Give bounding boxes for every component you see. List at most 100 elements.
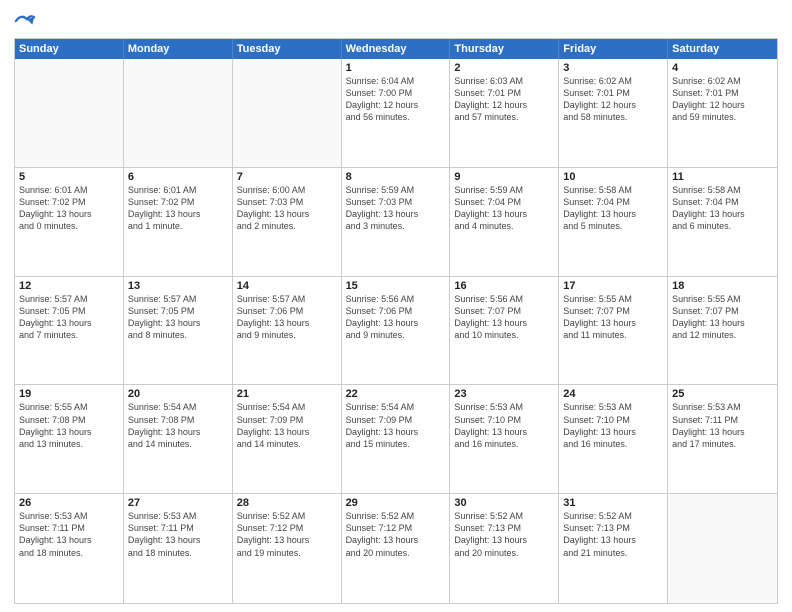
logo-icon — [14, 10, 36, 32]
cell-info: Sunrise: 5:59 AM Sunset: 7:03 PM Dayligh… — [346, 184, 446, 233]
week-row-4: 19Sunrise: 5:55 AM Sunset: 7:08 PM Dayli… — [15, 385, 777, 494]
cell-day-number: 6 — [128, 171, 228, 183]
col-header-monday: Monday — [124, 39, 233, 59]
cell-info: Sunrise: 6:01 AM Sunset: 7:02 PM Dayligh… — [128, 184, 228, 233]
calendar-cell: 13Sunrise: 5:57 AM Sunset: 7:05 PM Dayli… — [124, 277, 233, 385]
week-row-5: 26Sunrise: 5:53 AM Sunset: 7:11 PM Dayli… — [15, 494, 777, 603]
cell-day-number: 16 — [454, 280, 554, 292]
calendar-cell: 19Sunrise: 5:55 AM Sunset: 7:08 PM Dayli… — [15, 385, 124, 493]
calendar-cell — [15, 59, 124, 167]
cell-day-number: 30 — [454, 497, 554, 509]
cell-info: Sunrise: 5:53 AM Sunset: 7:11 PM Dayligh… — [128, 510, 228, 559]
calendar-cell: 22Sunrise: 5:54 AM Sunset: 7:09 PM Dayli… — [342, 385, 451, 493]
cell-day-number: 2 — [454, 62, 554, 74]
calendar: SundayMondayTuesdayWednesdayThursdayFrid… — [14, 38, 778, 604]
calendar-cell: 24Sunrise: 5:53 AM Sunset: 7:10 PM Dayli… — [559, 385, 668, 493]
calendar-cell: 10Sunrise: 5:58 AM Sunset: 7:04 PM Dayli… — [559, 168, 668, 276]
calendar-cell: 12Sunrise: 5:57 AM Sunset: 7:05 PM Dayli… — [15, 277, 124, 385]
cell-info: Sunrise: 5:57 AM Sunset: 7:06 PM Dayligh… — [237, 293, 337, 342]
cell-day-number: 1 — [346, 62, 446, 74]
logo — [14, 10, 40, 32]
calendar-cell: 27Sunrise: 5:53 AM Sunset: 7:11 PM Dayli… — [124, 494, 233, 603]
calendar-cell: 17Sunrise: 5:55 AM Sunset: 7:07 PM Dayli… — [559, 277, 668, 385]
calendar-cell: 5Sunrise: 6:01 AM Sunset: 7:02 PM Daylig… — [15, 168, 124, 276]
calendar-cell: 6Sunrise: 6:01 AM Sunset: 7:02 PM Daylig… — [124, 168, 233, 276]
col-header-wednesday: Wednesday — [342, 39, 451, 59]
calendar-cell: 8Sunrise: 5:59 AM Sunset: 7:03 PM Daylig… — [342, 168, 451, 276]
cell-day-number: 31 — [563, 497, 663, 509]
calendar-cell: 30Sunrise: 5:52 AM Sunset: 7:13 PM Dayli… — [450, 494, 559, 603]
calendar-cell: 18Sunrise: 5:55 AM Sunset: 7:07 PM Dayli… — [668, 277, 777, 385]
cell-day-number: 8 — [346, 171, 446, 183]
calendar-cell: 2Sunrise: 6:03 AM Sunset: 7:01 PM Daylig… — [450, 59, 559, 167]
calendar-cell: 21Sunrise: 5:54 AM Sunset: 7:09 PM Dayli… — [233, 385, 342, 493]
cell-day-number: 20 — [128, 388, 228, 400]
week-row-3: 12Sunrise: 5:57 AM Sunset: 7:05 PM Dayli… — [15, 277, 777, 386]
cell-info: Sunrise: 5:56 AM Sunset: 7:07 PM Dayligh… — [454, 293, 554, 342]
cell-day-number: 17 — [563, 280, 663, 292]
calendar-cell: 20Sunrise: 5:54 AM Sunset: 7:08 PM Dayli… — [124, 385, 233, 493]
cell-day-number: 4 — [672, 62, 773, 74]
cell-info: Sunrise: 5:53 AM Sunset: 7:11 PM Dayligh… — [19, 510, 119, 559]
cell-info: Sunrise: 5:57 AM Sunset: 7:05 PM Dayligh… — [128, 293, 228, 342]
col-header-sunday: Sunday — [15, 39, 124, 59]
cell-info: Sunrise: 5:53 AM Sunset: 7:11 PM Dayligh… — [672, 401, 773, 450]
calendar-cell: 11Sunrise: 5:58 AM Sunset: 7:04 PM Dayli… — [668, 168, 777, 276]
col-header-thursday: Thursday — [450, 39, 559, 59]
cell-day-number: 23 — [454, 388, 554, 400]
cell-info: Sunrise: 5:57 AM Sunset: 7:05 PM Dayligh… — [19, 293, 119, 342]
cell-info: Sunrise: 6:00 AM Sunset: 7:03 PM Dayligh… — [237, 184, 337, 233]
calendar-cell: 28Sunrise: 5:52 AM Sunset: 7:12 PM Dayli… — [233, 494, 342, 603]
cell-day-number: 7 — [237, 171, 337, 183]
cell-day-number: 9 — [454, 171, 554, 183]
cell-day-number: 28 — [237, 497, 337, 509]
calendar-cell: 15Sunrise: 5:56 AM Sunset: 7:06 PM Dayli… — [342, 277, 451, 385]
col-header-saturday: Saturday — [668, 39, 777, 59]
calendar-cell: 26Sunrise: 5:53 AM Sunset: 7:11 PM Dayli… — [15, 494, 124, 603]
cell-day-number: 10 — [563, 171, 663, 183]
col-header-friday: Friday — [559, 39, 668, 59]
calendar-cell — [124, 59, 233, 167]
cell-info: Sunrise: 5:54 AM Sunset: 7:09 PM Dayligh… — [346, 401, 446, 450]
cell-info: Sunrise: 5:52 AM Sunset: 7:13 PM Dayligh… — [563, 510, 663, 559]
cell-day-number: 14 — [237, 280, 337, 292]
cell-info: Sunrise: 5:54 AM Sunset: 7:09 PM Dayligh… — [237, 401, 337, 450]
cell-day-number: 26 — [19, 497, 119, 509]
calendar-cell: 23Sunrise: 5:53 AM Sunset: 7:10 PM Dayli… — [450, 385, 559, 493]
cell-day-number: 29 — [346, 497, 446, 509]
cell-info: Sunrise: 5:59 AM Sunset: 7:04 PM Dayligh… — [454, 184, 554, 233]
calendar-cell: 3Sunrise: 6:02 AM Sunset: 7:01 PM Daylig… — [559, 59, 668, 167]
cell-day-number: 12 — [19, 280, 119, 292]
calendar-cell: 31Sunrise: 5:52 AM Sunset: 7:13 PM Dayli… — [559, 494, 668, 603]
calendar-cell: 25Sunrise: 5:53 AM Sunset: 7:11 PM Dayli… — [668, 385, 777, 493]
cell-info: Sunrise: 6:01 AM Sunset: 7:02 PM Dayligh… — [19, 184, 119, 233]
calendar-body: 1Sunrise: 6:04 AM Sunset: 7:00 PM Daylig… — [15, 59, 777, 603]
cell-day-number: 24 — [563, 388, 663, 400]
page: SundayMondayTuesdayWednesdayThursdayFrid… — [0, 0, 792, 612]
cell-day-number: 19 — [19, 388, 119, 400]
cell-info: Sunrise: 6:02 AM Sunset: 7:01 PM Dayligh… — [672, 75, 773, 124]
cell-day-number: 5 — [19, 171, 119, 183]
header — [14, 10, 778, 32]
cell-day-number: 18 — [672, 280, 773, 292]
cell-day-number: 15 — [346, 280, 446, 292]
calendar-header: SundayMondayTuesdayWednesdayThursdayFrid… — [15, 39, 777, 59]
cell-info: Sunrise: 6:03 AM Sunset: 7:01 PM Dayligh… — [454, 75, 554, 124]
cell-info: Sunrise: 6:02 AM Sunset: 7:01 PM Dayligh… — [563, 75, 663, 124]
cell-info: Sunrise: 5:55 AM Sunset: 7:07 PM Dayligh… — [672, 293, 773, 342]
cell-info: Sunrise: 5:53 AM Sunset: 7:10 PM Dayligh… — [563, 401, 663, 450]
calendar-cell — [233, 59, 342, 167]
cell-info: Sunrise: 5:55 AM Sunset: 7:08 PM Dayligh… — [19, 401, 119, 450]
cell-info: Sunrise: 5:52 AM Sunset: 7:13 PM Dayligh… — [454, 510, 554, 559]
cell-info: Sunrise: 5:55 AM Sunset: 7:07 PM Dayligh… — [563, 293, 663, 342]
calendar-cell: 7Sunrise: 6:00 AM Sunset: 7:03 PM Daylig… — [233, 168, 342, 276]
cell-info: Sunrise: 5:56 AM Sunset: 7:06 PM Dayligh… — [346, 293, 446, 342]
calendar-cell: 29Sunrise: 5:52 AM Sunset: 7:12 PM Dayli… — [342, 494, 451, 603]
cell-day-number: 27 — [128, 497, 228, 509]
calendar-cell: 9Sunrise: 5:59 AM Sunset: 7:04 PM Daylig… — [450, 168, 559, 276]
cell-day-number: 11 — [672, 171, 773, 183]
week-row-2: 5Sunrise: 6:01 AM Sunset: 7:02 PM Daylig… — [15, 168, 777, 277]
cell-info: Sunrise: 5:52 AM Sunset: 7:12 PM Dayligh… — [237, 510, 337, 559]
cell-info: Sunrise: 5:53 AM Sunset: 7:10 PM Dayligh… — [454, 401, 554, 450]
cell-info: Sunrise: 6:04 AM Sunset: 7:00 PM Dayligh… — [346, 75, 446, 124]
